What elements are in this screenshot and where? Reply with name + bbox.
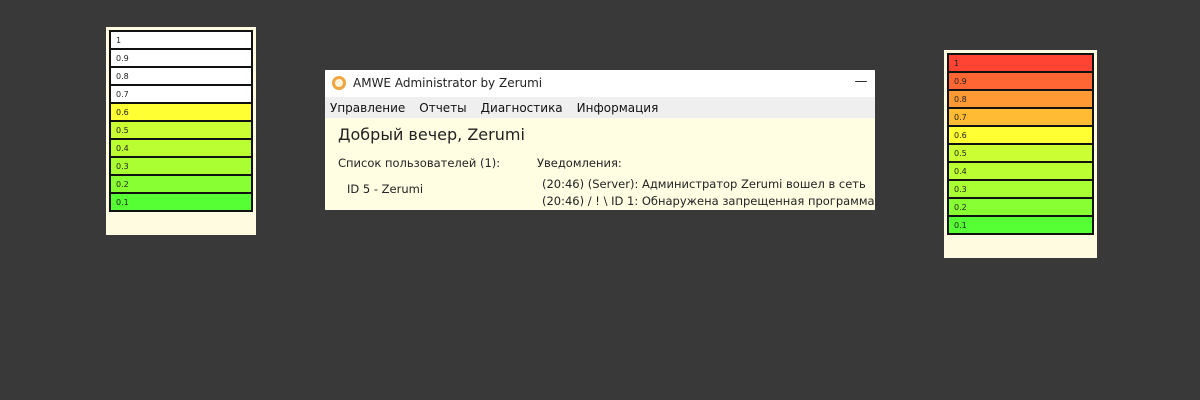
scale-cell: 0.2 xyxy=(947,197,1094,217)
scale-cell: 0.4 xyxy=(109,138,253,158)
app-window: AMWE Administrator by Zerumi — Управлени… xyxy=(325,70,875,210)
greeting-heading: Добрый вечер, Zerumi xyxy=(338,125,525,144)
menu-item-information[interactable]: Информация xyxy=(577,101,659,115)
scale-cell: 0.5 xyxy=(109,120,253,140)
scale-cell: 0.9 xyxy=(109,48,253,68)
scale-cell: 0.1 xyxy=(109,192,253,212)
scale-cell: 0.8 xyxy=(947,89,1094,109)
title-bar[interactable]: AMWE Administrator by Zerumi — xyxy=(325,70,875,97)
scale-cell: 0.2 xyxy=(109,174,253,194)
scale-cell: 0.5 xyxy=(947,143,1094,163)
app-logo-icon xyxy=(332,76,346,90)
notification-item: (20:46) (Server): Администратор Zerumi в… xyxy=(542,177,866,191)
minimize-button[interactable]: — xyxy=(847,70,875,97)
scale-cell: 1 xyxy=(109,30,253,50)
scale-cell: 0.6 xyxy=(947,125,1094,145)
users-list-header: Список пользователей (1): xyxy=(338,156,501,170)
scale-cell: 0.4 xyxy=(947,161,1094,181)
level-scale-left: 1 0.9 0.8 0.7 0.6 0.5 0.4 0.3 0.2 0.1 xyxy=(106,27,256,235)
scale-cell: 0.1 xyxy=(947,215,1094,235)
notifications-header: Уведомления: xyxy=(537,156,622,170)
menu-bar: Управление Отчеты Диагностика Информация xyxy=(325,97,875,118)
menu-item-management[interactable]: Управление xyxy=(330,101,405,115)
menu-item-reports[interactable]: Отчеты xyxy=(419,101,466,115)
scale-cell: 0.9 xyxy=(947,71,1094,91)
scale-cell: 0.8 xyxy=(109,66,253,86)
window-title: AMWE Administrator by Zerumi xyxy=(353,76,543,90)
level-scale-right: 1 0.9 0.8 0.7 0.6 0.5 0.4 0.3 0.2 0.1 xyxy=(944,50,1097,258)
user-list-item[interactable]: ID 5 - Zerumi xyxy=(347,182,423,196)
scale-cell: 0.6 xyxy=(109,102,253,122)
scale-cell: 0.3 xyxy=(109,156,253,176)
scale-cell: 0.3 xyxy=(947,179,1094,199)
notification-item: (20:46) / ! \ ID 1: Обнаружена запрещенн… xyxy=(542,194,875,208)
menu-item-diagnostics[interactable]: Диагностика xyxy=(481,101,563,115)
scale-cell: 0.7 xyxy=(109,84,253,104)
scale-cell: 1 xyxy=(947,53,1094,73)
scale-cell: 0.7 xyxy=(947,107,1094,127)
